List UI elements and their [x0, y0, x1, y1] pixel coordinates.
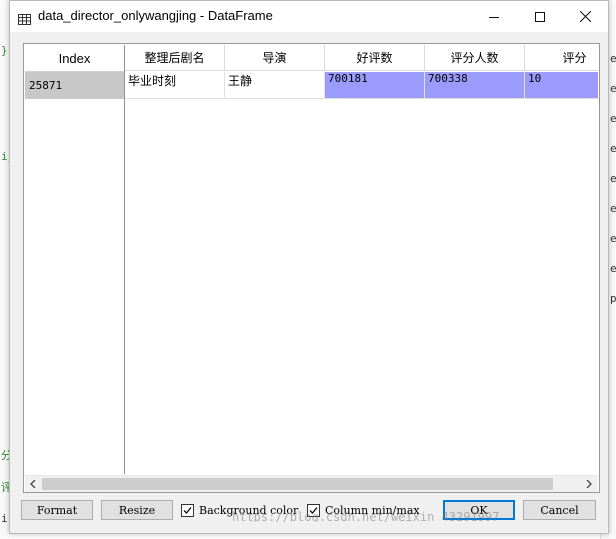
editor-glyph: e [610, 172, 616, 185]
horizontal-scrollbar[interactable] [25, 475, 598, 492]
column-header[interactable]: 导演 [225, 45, 325, 71]
resize-button[interactable]: Resize [101, 500, 173, 520]
index-cell[interactable]: 25871 [25, 72, 124, 99]
table-icon [18, 10, 31, 25]
minimize-button[interactable] [471, 1, 517, 32]
editor-glyph: } [1, 44, 8, 57]
editor-glyph: e [610, 142, 616, 155]
format-button[interactable]: Format [21, 500, 93, 520]
data-grid: 整理后剧名 导演 好评数 评分人数 评分 毕业时刻 王静 700181 7003… [125, 45, 598, 474]
close-icon [579, 11, 591, 22]
column-header[interactable]: 好评数 [325, 45, 425, 71]
table-row: 毕业时刻 王静 700181 700338 10 [125, 72, 598, 99]
title-bar[interactable]: data_director_onlywangjing - DataFrame [10, 1, 608, 32]
close-button[interactable] [562, 1, 608, 32]
header-row: 整理后剧名 导演 好评数 评分人数 评分 [125, 45, 598, 71]
watermark-text: https://blog.csdn.net/weixin_43291997 [232, 510, 500, 522]
editor-glyph: p [610, 292, 616, 305]
checkmark-icon[interactable] [181, 503, 194, 517]
table-cell[interactable]: 700181 [325, 72, 425, 99]
scroll-left-icon[interactable] [25, 476, 41, 492]
background-editor-left: } ij 分 评 ir [0, 0, 14, 539]
index-column: Index 25871 [25, 45, 125, 474]
maximize-icon [535, 11, 545, 22]
table-cell[interactable]: 王静 [225, 72, 325, 99]
dataframe-dialog: data_director_onlywangjing - DataFrame I… [9, 0, 609, 534]
table-cell[interactable]: 700338 [425, 72, 525, 99]
editor-glyph: e [610, 112, 616, 125]
table-cell[interactable]: 10 [525, 72, 598, 99]
scroll-right-icon[interactable] [581, 476, 597, 492]
editor-glyph: e [610, 202, 616, 215]
minimize-icon [489, 16, 499, 18]
maximize-button[interactable] [517, 1, 563, 32]
column-header[interactable]: 评分 [525, 45, 598, 71]
index-header[interactable]: Index [25, 45, 124, 72]
column-header[interactable]: 整理后剧名 [125, 45, 225, 71]
dataframe-table: Index 25871 整理后剧名 导演 好评数 评分人数 评分 毕业时刻 王静… [23, 43, 600, 493]
editor-glyph: e [610, 232, 616, 245]
table-cell[interactable]: 毕业时刻 [125, 72, 225, 99]
editor-glyph: e [610, 52, 616, 65]
editor-glyph: e [610, 82, 616, 95]
column-header[interactable]: 评分人数 [425, 45, 525, 71]
window-title: data_director_onlywangjing - DataFrame [38, 8, 273, 23]
editor-glyph: e [610, 262, 616, 275]
scrollbar-thumb[interactable] [42, 478, 553, 490]
